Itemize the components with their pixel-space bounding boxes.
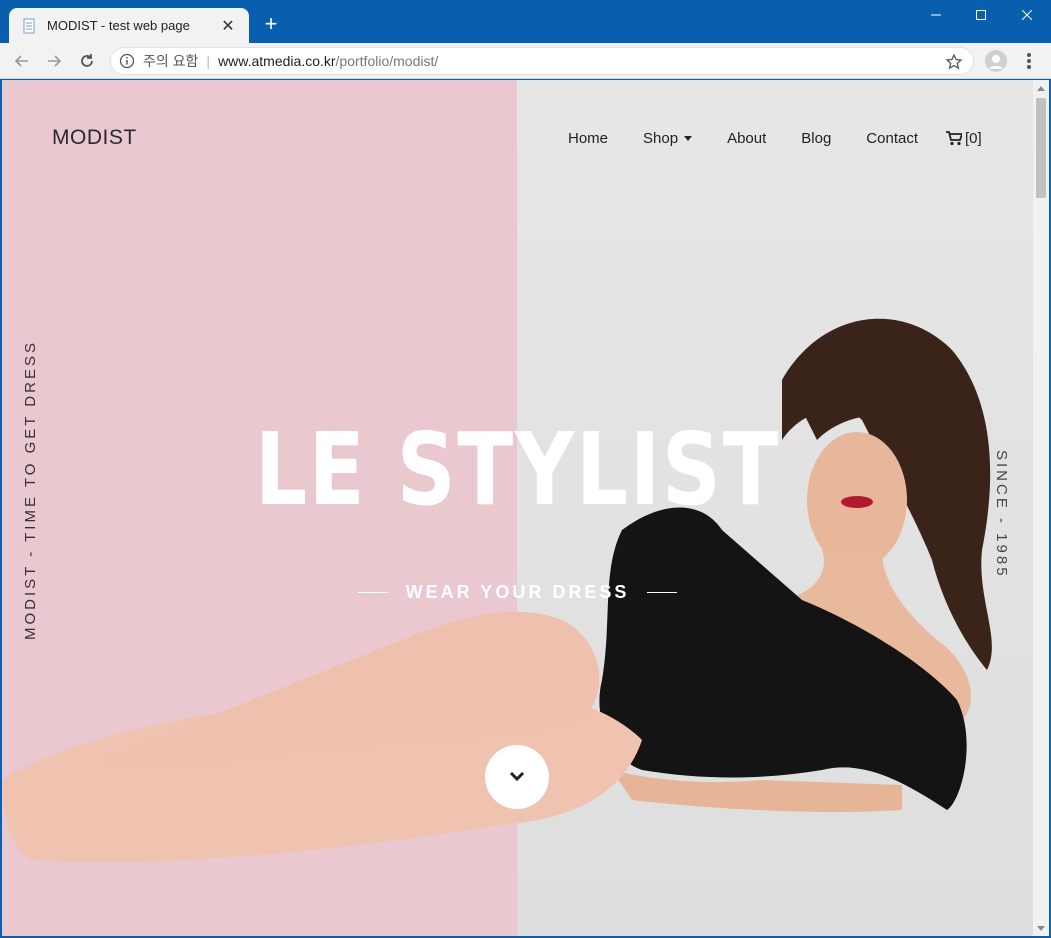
page-favicon-icon (21, 18, 37, 34)
scroll-up-arrow-icon[interactable] (1033, 80, 1049, 96)
url-path: /portfolio/modist/ (335, 53, 439, 69)
tab-close-icon[interactable]: ✕ (219, 16, 237, 36)
site-logo[interactable]: MODIST (52, 126, 137, 150)
scroll-down-arrow-icon[interactable] (1033, 920, 1049, 936)
reload-icon[interactable] (75, 49, 99, 73)
url-host: www.atmedia.co.kr (218, 53, 336, 69)
address-bar[interactable]: 주의 요함 | www.atmedia.co.kr/portfolio/modi… (110, 47, 974, 75)
security-label: 주의 요함 (143, 53, 199, 69)
main-nav: Home Shop About Blog Contact (568, 130, 953, 147)
browser-menu-icon[interactable] (1021, 51, 1037, 71)
back-arrow-icon[interactable] (10, 49, 34, 73)
nav-home[interactable]: Home (568, 130, 608, 147)
chevron-down-icon (509, 771, 525, 782)
cart-button[interactable]: [0] (946, 130, 982, 147)
scrollbar-thumb[interactable] (1036, 98, 1046, 198)
tab-title: MODIST - test web page (47, 18, 190, 33)
side-tagline-right: SINCE - 1985 (993, 450, 1010, 579)
browser-toolbar: 주의 요함 | www.atmedia.co.kr/portfolio/modi… (0, 43, 1051, 79)
nav-shop[interactable]: Shop (643, 130, 693, 147)
page-viewport: MODIST Home Shop About Blog Contact [0] … (2, 80, 1033, 936)
page-scrollbar[interactable] (1033, 80, 1049, 936)
nav-contact[interactable]: Contact (866, 130, 918, 147)
cart-icon (946, 131, 962, 146)
cart-count: [0] (965, 130, 982, 147)
browser-tab[interactable]: MODIST - test web page ✕ (9, 8, 249, 43)
new-tab-button[interactable]: + (259, 12, 283, 36)
bookmark-star-icon[interactable] (945, 53, 963, 71)
hero-subtitle-wrap: WEAR YOUR DRESS (2, 582, 1033, 603)
maximize-button[interactable] (958, 0, 1004, 30)
profile-avatar-icon[interactable] (985, 50, 1007, 72)
caret-down-icon (684, 136, 693, 141)
forward-arrow-icon[interactable] (42, 49, 66, 73)
info-icon[interactable] (119, 53, 135, 69)
nav-blog[interactable]: Blog (801, 130, 831, 147)
hero-subtitle: WEAR YOUR DRESS (405, 582, 630, 602)
nav-about[interactable]: About (727, 130, 766, 147)
subtitle-line-right (647, 592, 678, 593)
minimize-button[interactable] (913, 0, 959, 30)
browser-titlebar: MODIST - test web page ✕ + (0, 0, 1051, 43)
hero-title: LE STYLIST (254, 411, 781, 528)
subtitle-line-left (357, 592, 388, 593)
scroll-down-button[interactable] (485, 745, 549, 809)
url-separator: | (206, 53, 211, 69)
window-close-button[interactable] (1004, 0, 1050, 30)
nav-shop-label: Shop (643, 130, 679, 147)
